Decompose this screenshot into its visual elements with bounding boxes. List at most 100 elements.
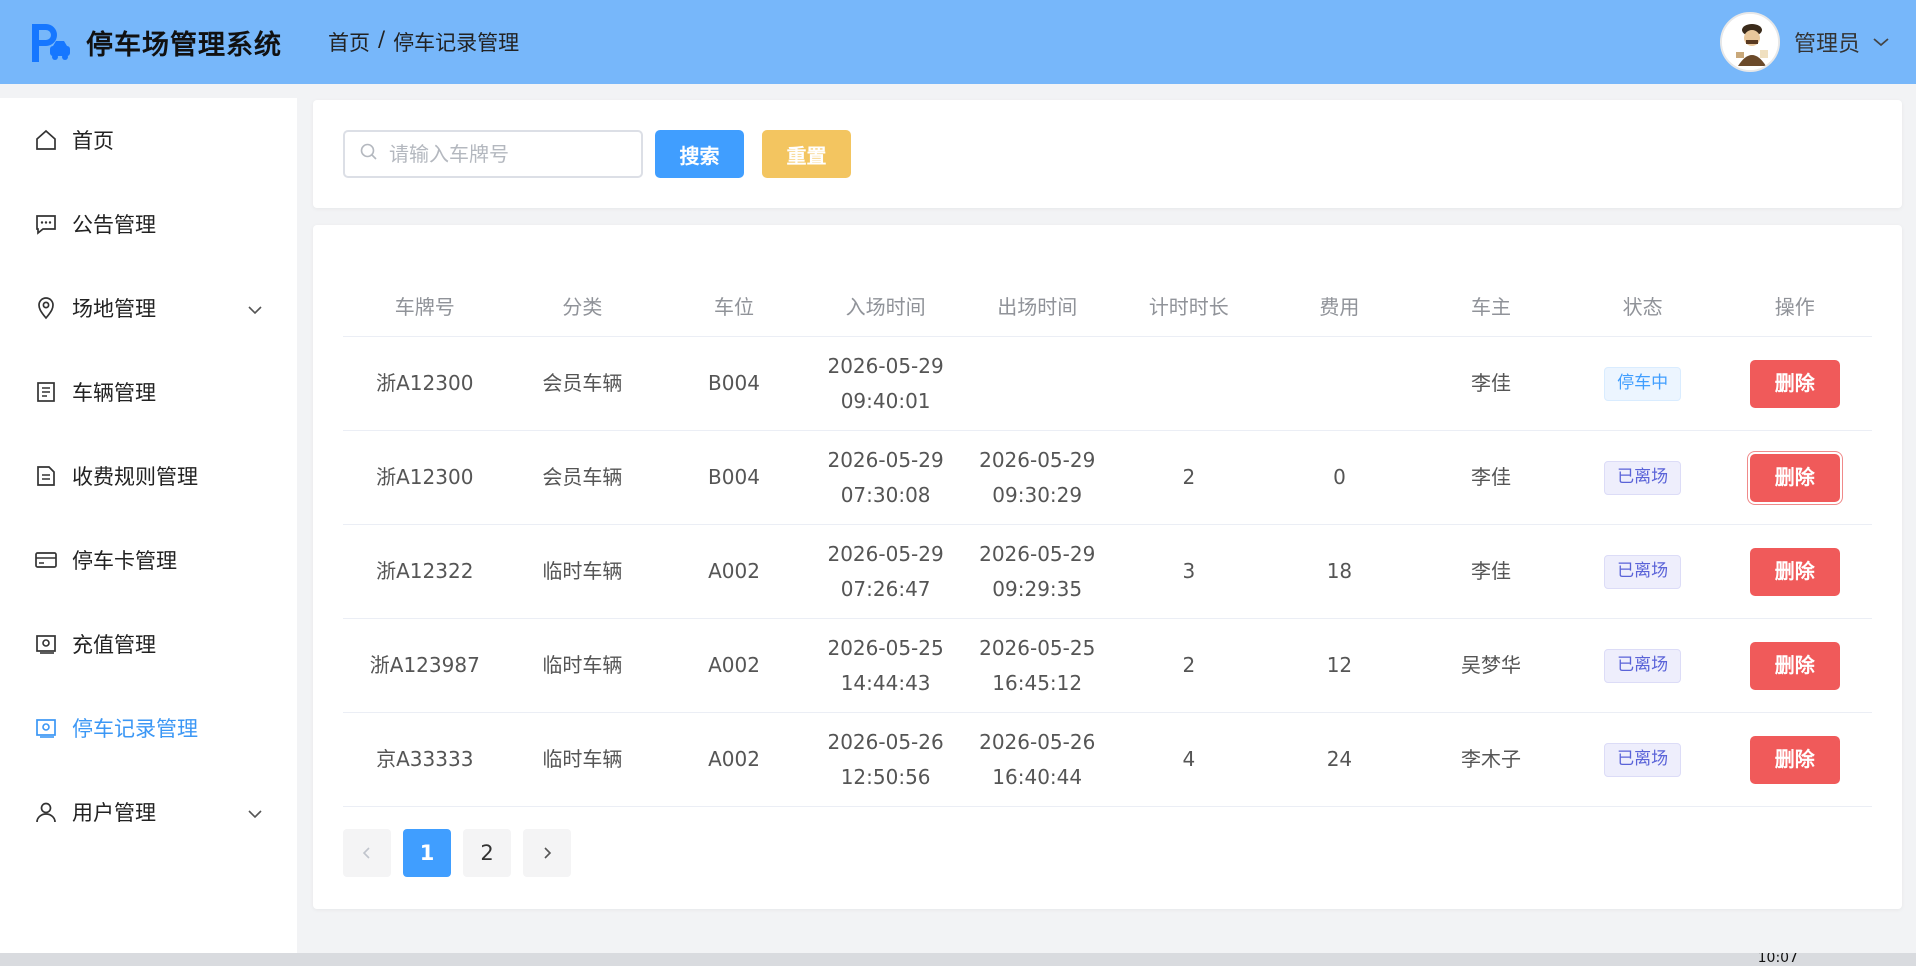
chevron-down-icon [1872, 33, 1890, 52]
entry-date: 2026-05-29 [827, 541, 944, 566]
search-field[interactable] [343, 130, 643, 178]
table-row: 京A33333 临时车辆 A002 2026-05-26 12:50:56 202… [343, 713, 1872, 807]
reset-button[interactable]: 重置 [762, 130, 851, 178]
table-row: 浙A123987 临时车辆 A002 2026-05-25 14:44:43 20… [343, 619, 1872, 713]
sidebar-item-label: 收费规则管理 [72, 465, 198, 489]
app-logo[interactable]: 停车场管理系统 [28, 20, 328, 64]
breadcrumb: 首页 / 停车记录管理 [328, 27, 519, 57]
cell-owner: 李木子 [1461, 747, 1522, 771]
cell-category: 会员车辆 [542, 465, 623, 489]
records-panel: 车牌号 分类 车位 入场时间 出场时间 计时时长 费用 车主 状态 操作 浙A1… [313, 225, 1902, 909]
exit-date: 2026-05-29 [979, 541, 1096, 566]
cell-fee: 12 [1326, 653, 1353, 677]
column-header-entry-time: 入场时间 [845, 295, 926, 319]
cell-plate: 浙A12300 [376, 465, 474, 489]
document-icon [34, 380, 58, 404]
entry-date: 2026-05-26 [827, 729, 944, 754]
exit-date: 2026-05-25 [979, 635, 1096, 660]
cell-space: B004 [708, 371, 760, 395]
taskbar-clock: 10:07 [1757, 953, 1798, 966]
chevron-down-icon [247, 804, 263, 823]
message-icon [34, 212, 58, 236]
cell-fee [1265, 337, 1415, 430]
cell-entry-time: 2026-05-29 07:30:08 [810, 431, 962, 524]
delete-button[interactable]: 删除 [1749, 359, 1840, 408]
delete-button[interactable]: 删除 [1749, 735, 1840, 784]
cell-plate: 浙A12300 [376, 371, 474, 395]
sidebar-item-venues[interactable]: 场地管理 [0, 266, 297, 350]
sidebar-item-home[interactable]: 首页 [0, 98, 297, 182]
next-page-button[interactable] [523, 829, 571, 877]
exit-clock: 16:45:12 [992, 670, 1083, 695]
column-header-exit-time: 出场时间 [997, 295, 1078, 319]
sidebar-item-parking-cards[interactable]: 停车卡管理 [0, 518, 297, 602]
page-button-2[interactable]: 2 [463, 829, 511, 877]
sidebar-item-fee-rules[interactable]: 收费规则管理 [0, 434, 297, 518]
sidebar-item-vehicles[interactable]: 车辆管理 [0, 350, 297, 434]
breadcrumb-home[interactable]: 首页 [328, 27, 370, 57]
entry-date: 2026-05-29 [827, 353, 944, 378]
pagination: 1 2 [343, 829, 571, 877]
document-icon [34, 464, 58, 488]
breadcrumb-separator: / [378, 27, 386, 51]
cell-status: 已离场 [1568, 525, 1718, 618]
cell-owner: 吴梦华 [1461, 653, 1522, 677]
sidebar-item-recharge[interactable]: 充值管理 [0, 602, 297, 686]
cell-owner: 李佳 [1471, 559, 1512, 583]
cell-plate: 京A33333 [376, 747, 474, 771]
user-menu[interactable]: 管理员 [1719, 10, 1890, 74]
delete-button[interactable]: 删除 [1749, 641, 1840, 690]
entry-clock: 12:50:56 [840, 764, 931, 789]
status-badge: 停车中 [1604, 366, 1682, 401]
status-badge: 已离场 [1604, 648, 1682, 683]
cell-space: A002 [708, 653, 760, 677]
sidebar-item-users[interactable]: 用户管理 [0, 770, 297, 854]
table-header: 车牌号 分类 车位 入场时间 出场时间 计时时长 费用 车主 状态 操作 [343, 275, 1872, 337]
avatar[interactable] [1719, 12, 1780, 72]
column-header-fee: 费用 [1319, 295, 1360, 319]
cell-duration: 4 [1182, 747, 1196, 771]
exit-date: 2026-05-26 [979, 729, 1096, 754]
column-header-owner: 车主 [1471, 295, 1512, 319]
breadcrumb-current: 停车记录管理 [393, 31, 520, 55]
entry-clock: 07:30:08 [840, 482, 931, 507]
search-button[interactable]: 搜索 [655, 130, 744, 178]
chevron-down-icon [247, 300, 263, 319]
entry-date: 2026-05-29 [827, 447, 944, 472]
cell-status: 已离场 [1568, 619, 1718, 712]
cell-entry-time: 2026-05-29 07:26:47 [810, 525, 962, 618]
sidebar-item-announcements[interactable]: 公告管理 [0, 182, 297, 266]
cell-exit-time [961, 337, 1113, 430]
cell-category: 临时车辆 [542, 747, 623, 771]
cell-category: 临时车辆 [542, 653, 623, 677]
column-header-category: 分类 [562, 295, 603, 319]
cell-actions: 删除 [1717, 713, 1872, 806]
cell-status: 已离场 [1568, 431, 1718, 524]
page-button-1[interactable]: 1 [403, 829, 451, 877]
column-header-status: 状态 [1622, 295, 1663, 319]
chevron-right-icon [544, 847, 552, 859]
location-icon [34, 296, 58, 320]
status-badge: 已离场 [1604, 554, 1682, 589]
search-input[interactable] [389, 142, 629, 166]
entry-date: 2026-05-25 [827, 635, 944, 660]
status-badge: 已离场 [1604, 742, 1682, 777]
sidebar-item-label: 停车卡管理 [72, 549, 177, 573]
delete-button[interactable]: 删除 [1749, 547, 1840, 596]
column-header-actions: 操作 [1774, 295, 1815, 319]
cell-fee: 18 [1326, 559, 1353, 583]
prev-page-button[interactable] [343, 829, 391, 877]
cell-owner: 李佳 [1471, 371, 1512, 395]
cell-plate: 浙A123987 [369, 653, 480, 677]
cell-category: 会员车辆 [542, 371, 623, 395]
user-icon [34, 800, 58, 824]
cell-actions: 删除 [1717, 525, 1872, 618]
sidebar-item-parking-records[interactable]: 停车记录管理 [0, 686, 297, 770]
cell-actions: 删除 [1717, 337, 1872, 430]
table-row: 浙A12322 临时车辆 A002 2026-05-29 07:26:47 202… [343, 525, 1872, 619]
cell-entry-time: 2026-05-29 09:40:01 [810, 337, 962, 430]
entry-clock: 14:44:43 [840, 670, 931, 695]
cell-fee: 24 [1326, 747, 1353, 771]
delete-button[interactable]: 删除 [1749, 453, 1840, 502]
exit-date: 2026-05-29 [979, 447, 1096, 472]
